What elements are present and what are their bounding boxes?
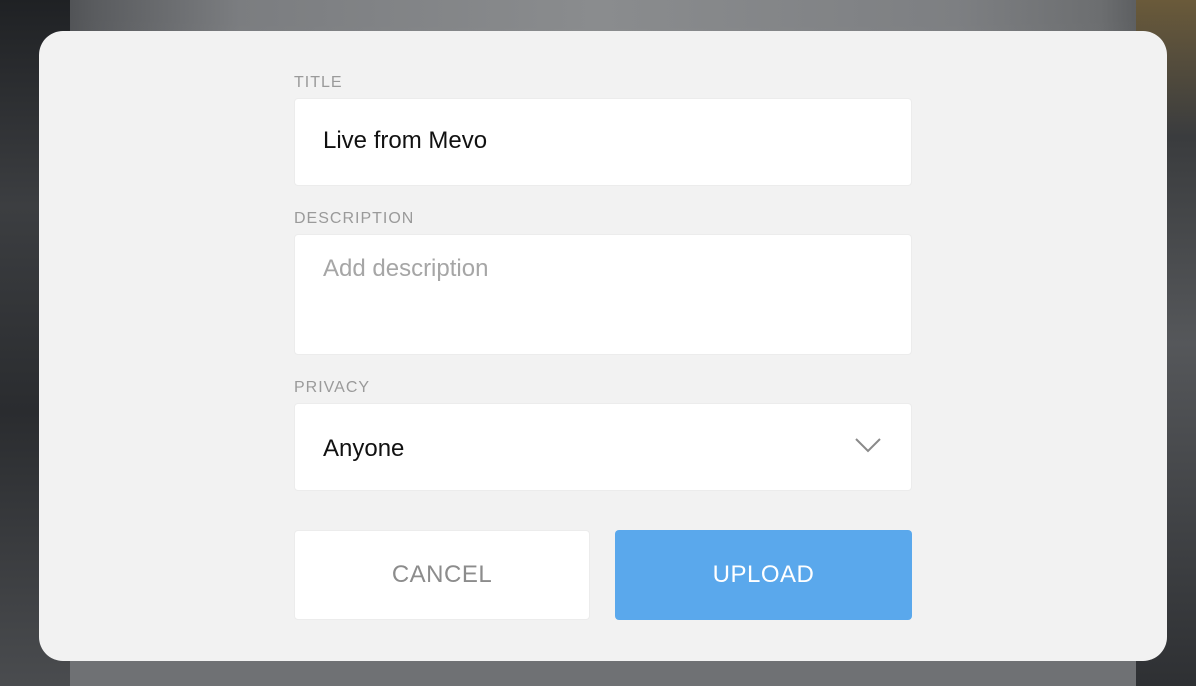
description-placeholder: Add description [323, 255, 489, 282]
privacy-label: PRIVACY [294, 379, 371, 396]
title-value: Live from Mevo [323, 127, 488, 154]
privacy-selected-value: Anyone [323, 435, 405, 462]
cancel-button[interactable]: CANCEL [294, 530, 590, 620]
description-label: DESCRIPTION [294, 210, 415, 227]
chevron-down-icon[interactable] [855, 437, 881, 453]
privacy-select[interactable]: Anyone [294, 403, 912, 491]
description-field[interactable]: Add description [294, 234, 912, 355]
title-field[interactable]: Live from Mevo [294, 98, 912, 186]
upload-button[interactable]: UPLOAD [615, 530, 912, 620]
title-label: TITLE [294, 74, 343, 91]
